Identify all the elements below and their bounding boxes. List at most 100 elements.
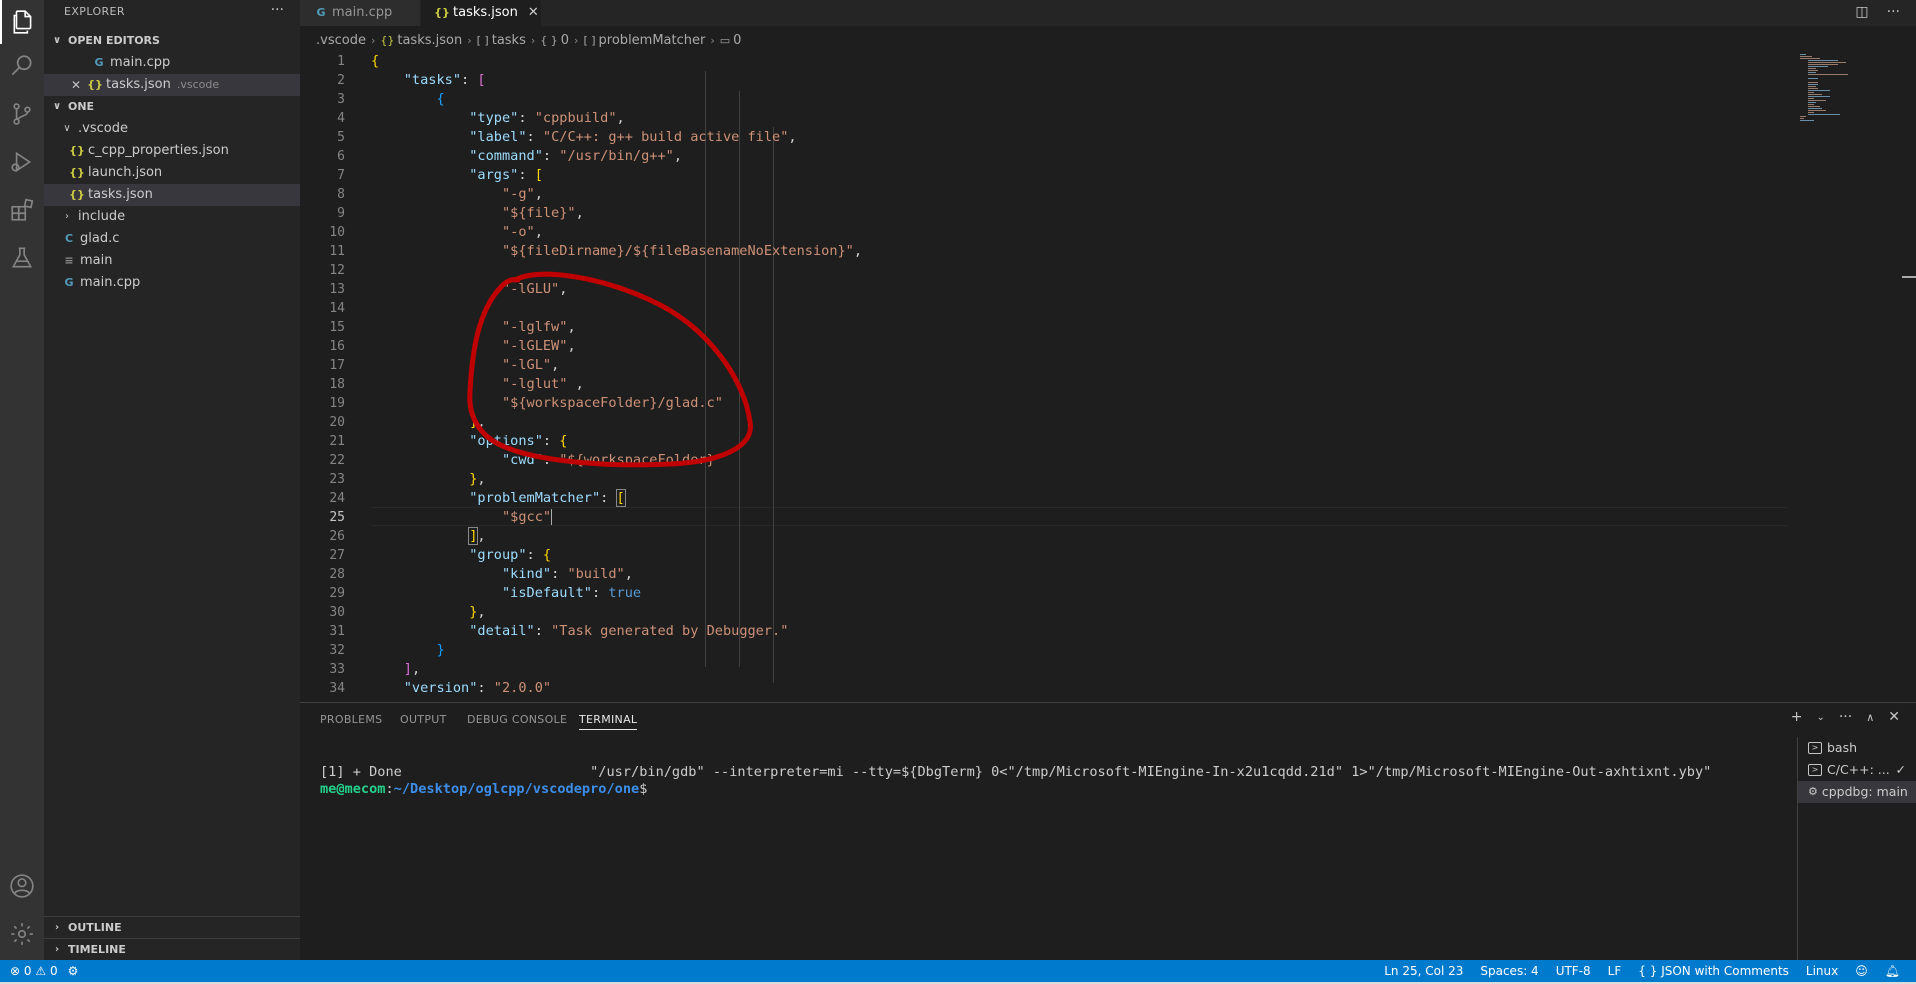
cursor-position[interactable]: Ln 25, Col 23 [1384,960,1463,982]
file-main[interactable]: ≡ main [44,250,300,272]
error-icon: ⊗ [10,964,21,978]
file-tasks-json[interactable]: {} tasks.json [44,184,300,206]
chevron-down-icon[interactable]: ⌄ [1816,712,1824,723]
terminal-icon: > [1808,742,1822,754]
json-file-icon: {} [69,144,85,157]
close-icon[interactable]: ✕ [68,74,84,96]
folder-vscode[interactable]: ∨ .vscode [44,118,300,140]
testing-icon[interactable] [0,236,44,280]
open-editor-tasks-json[interactable]: ✕ {} tasks.json .vscode [44,74,300,96]
minimap-line [1808,70,1818,71]
more-actions-icon[interactable]: ··· [1887,4,1900,20]
status-bar: ⊗ 0 ⚠ 0 ⚙ Ln 25, Col 23 Spaces: 4 UTF-8 … [0,960,1916,982]
feedback-icon[interactable]: ☺ [1855,960,1868,982]
explorer-icon[interactable] [0,0,44,44]
account-icon[interactable] [0,864,44,908]
tab-main-cpp[interactable]: G main.cpp [300,0,420,26]
language-mode[interactable]: { } JSON with Comments [1638,960,1789,982]
extensions-icon[interactable] [0,188,44,232]
breadcrumb-index2[interactable]: 0 [733,30,741,52]
array-icon: [ ] [583,34,596,47]
chevron-down-icon: ∨ [52,35,62,46]
chevron-right-icon: › [54,943,60,955]
file-main-cpp[interactable]: G main.cpp [44,272,300,294]
minimap-line [1800,120,1814,121]
debug-gear-icon: ⚙ [1808,785,1818,798]
breadcrumb-tasks[interactable]: tasks [492,30,526,52]
file-launch-json[interactable]: {} launch.json [44,162,300,184]
search-icon[interactable] [0,44,44,88]
minimap[interactable] [1796,52,1906,132]
tab-output[interactable]: OUTPUT [400,713,447,726]
os-indicator[interactable]: Linux [1806,960,1838,982]
tab-debug-console[interactable]: DEBUG CONSOLE [467,713,567,726]
scrollbar-marker [1902,276,1916,278]
chevron-down-icon: ∨ [63,123,71,134]
activity-bar [0,0,44,960]
problems-status[interactable]: ⊗ 0 ⚠ 0 [10,960,58,982]
folder-header-one[interactable]: ∨ ONE [44,96,300,118]
folder-include[interactable]: › include [44,206,300,228]
minimap-line [1808,106,1820,107]
close-panel-icon[interactable]: ✕ [1888,709,1900,725]
json-file-icon: {} [380,34,395,47]
tab-terminal[interactable]: TERMINAL [579,713,638,730]
open-editor-main-cpp[interactable]: G main.cpp [44,52,300,74]
indentation[interactable]: Spaces: 4 [1480,960,1538,982]
new-terminal-icon[interactable]: + [1791,709,1803,725]
text-file-icon: ≡ [64,254,74,267]
explorer-title: EXPLORER [64,5,125,18]
close-tab-icon[interactable]: ✕ [528,0,539,26]
file-c-cpp-properties[interactable]: {} c_cpp_properties.json [44,140,300,162]
source-control-icon[interactable] [0,92,44,136]
json-file-icon: {} [87,78,103,91]
minimap-line [1808,66,1828,67]
minimap-line [1808,74,1848,75]
cpp-file-icon: G [64,276,74,289]
minimap-line [1808,60,1838,61]
run-debug-icon[interactable] [0,140,44,184]
run-debug-status-icon[interactable]: ⚙ [68,960,79,982]
json-file-icon: {} [69,166,85,179]
breadcrumb: .vscode › {} tasks.json › [ ] tasks › { … [300,30,741,52]
breadcrumb-file[interactable]: tasks.json [397,30,462,52]
outline-header[interactable]: › OUTLINE [44,916,300,938]
bottom-panel: PROBLEMS OUTPUT DEBUG CONSOLE TERMINAL +… [300,702,1916,961]
code-editor[interactable]: 1 2 3 4 5 6 7 8 9 10 11 12 13 14 15 16 17 18 19 20 21 22 23 24 2… [300,52,1916,702]
minimap-line [1800,56,1812,57]
terminal-bash[interactable]: > bash [1798,737,1916,759]
terminal-list: > bash > C/C++: ... ✓ ⚙ cppdbg: main [1797,737,1916,961]
check-icon: ✓ [1895,762,1906,777]
split-editor-icon[interactable]: ◫ [1855,4,1868,20]
open-editors-header[interactable]: ∨ OPEN EDITORS [44,30,300,52]
minimap-line [1808,92,1814,93]
minimap-line [1800,118,1804,119]
warning-icon: ⚠ [35,964,47,978]
file-glad-c[interactable]: C glad.c [44,228,300,250]
breadcrumb-problem-matcher[interactable]: problemMatcher [599,30,706,52]
breadcrumb-folder[interactable]: .vscode [316,30,366,52]
encoding[interactable]: UTF-8 [1556,960,1591,982]
end-of-line[interactable]: LF [1608,960,1622,982]
terminal-cpp-build[interactable]: > C/C++: ... ✓ [1798,759,1916,781]
more-actions-icon[interactable]: ··· [271,2,284,18]
notifications-bell-icon[interactable]: 🔔︎ [1885,960,1900,982]
minimap-line [1800,58,1820,59]
terminal-line-1: [1] + Done "/usr/bin/gdb" --interpreter=… [320,764,1712,780]
maximize-panel-icon[interactable]: ∧ [1866,711,1874,724]
terminal-prompt[interactable]: me@mecom:~/Desktop/oglcpp/vscodepro/one$ [320,781,647,797]
terminal-icon: > [1808,764,1822,776]
more-actions-icon[interactable]: ··· [1839,709,1852,725]
tab-problems[interactable]: PROBLEMS [320,713,382,726]
minimap-line [1808,72,1816,73]
terminal-cppdbg-main[interactable]: ⚙ cppdbg: main [1798,781,1916,803]
minimap-line [1808,64,1838,65]
timeline-header[interactable]: › TIMELINE [44,938,300,960]
tab-tasks-json[interactable]: {} tasks.json ✕ [421,0,541,26]
manage-gear-icon[interactable] [0,912,44,956]
minimap-line [1808,90,1830,91]
minimap-line [1808,108,1822,109]
minimap-line [1808,110,1826,111]
breadcrumb-index[interactable]: 0 [561,30,569,52]
minimap-line [1808,102,1816,103]
